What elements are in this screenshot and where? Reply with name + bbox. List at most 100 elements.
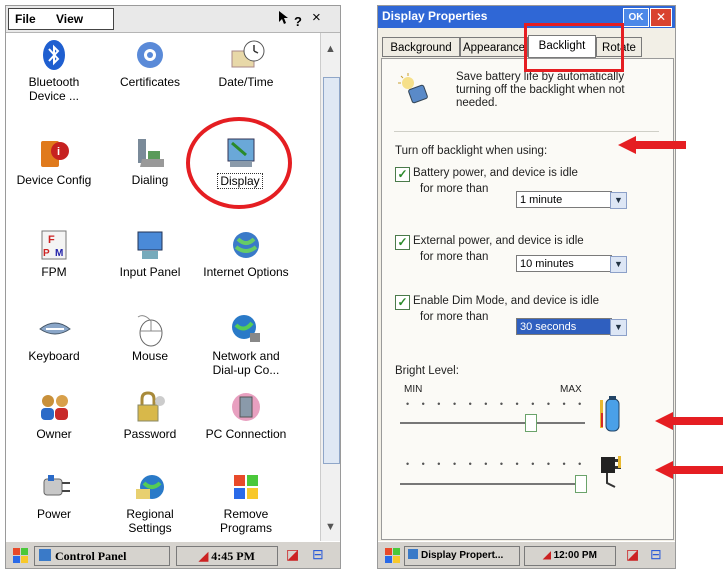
- intro-text: Save battery life by automatically turni…: [456, 71, 625, 109]
- menu-view[interactable]: View: [56, 12, 83, 26]
- cp-item-password[interactable]: Password: [106, 391, 194, 441]
- start-icon[interactable]: [384, 547, 402, 565]
- help-label: ?: [294, 14, 302, 29]
- mouse-icon: [134, 313, 166, 347]
- dim-mode-dropdown-arrow-icon[interactable]: ▼: [610, 319, 627, 336]
- external-dropdown-arrow-icon[interactable]: ▼: [610, 256, 627, 273]
- cp-item-dialing[interactable]: Dialing: [106, 137, 194, 187]
- display-properties-screen: Display Properties OK ✕ Background Appea…: [377, 5, 676, 569]
- cp-label: Password: [123, 427, 177, 441]
- turn-off-heading: Turn off backlight when using:: [395, 145, 548, 157]
- vertical-scrollbar[interactable]: ▲ ▼: [320, 33, 340, 541]
- cp-item-owner[interactable]: Owner: [10, 391, 98, 441]
- battery-dropdown-arrow-icon[interactable]: ▼: [610, 192, 627, 209]
- dim-mode-for-more-label: for more than: [420, 311, 489, 323]
- help-button[interactable]: ?: [278, 10, 302, 29]
- cp-item-bluetooth[interactable]: Bluetooth Device ...: [10, 39, 98, 103]
- input-icon[interactable]: ⊟: [312, 546, 324, 563]
- cp-label: Internet Options: [203, 265, 289, 279]
- remove-programs-icon: [230, 471, 262, 503]
- taskbar-clock[interactable]: ◢ 12:00 PM: [524, 546, 616, 566]
- cp-label: Bluetooth Device ...: [28, 75, 80, 103]
- sound-icon: ◢: [199, 549, 209, 563]
- external-timeout-dropdown[interactable]: 10 minutes: [516, 255, 612, 272]
- menu-file[interactable]: File: [15, 12, 36, 26]
- scroll-down-arrow-icon[interactable]: ▼: [325, 521, 336, 533]
- regional-settings-icon: [134, 471, 166, 503]
- battery-checkbox[interactable]: ✓: [395, 167, 410, 182]
- password-icon: [134, 391, 166, 423]
- dim-mode-checkbox[interactable]: ✓: [395, 295, 410, 310]
- cp-label: FPM: [41, 265, 67, 279]
- display-properties-taskbar-icon: [408, 549, 418, 559]
- menu-group: File View: [8, 8, 114, 30]
- cp-item-network[interactable]: Network and Dial-up Co...: [202, 313, 290, 377]
- control-panel-screen: File View ? × Bluetooth Device ... Certi…: [5, 5, 341, 569]
- red-arrow-icon: [618, 136, 686, 154]
- cp-label: Regional Settings: [126, 507, 174, 535]
- taskbar: Display Propert... ◢ 12:00 PM ◪ ⊟: [378, 541, 675, 568]
- bluetooth-icon: [38, 39, 70, 71]
- cp-label: Owner: [36, 427, 72, 441]
- power-plug-icon: [601, 456, 621, 488]
- external-slider-ticks: • • • • • • • • • • • •: [406, 459, 587, 469]
- owner-icon: [38, 391, 70, 423]
- help-pointer-icon: [279, 11, 288, 24]
- scroll-thumb[interactable]: [323, 77, 340, 464]
- cp-label: Remove Programs: [219, 507, 272, 535]
- input-icon[interactable]: ⊟: [650, 546, 662, 563]
- ok-button[interactable]: OK: [623, 8, 649, 27]
- dim-mode-timeout-dropdown[interactable]: 30 seconds: [516, 318, 612, 335]
- dim-mode-option-label: Enable Dim Mode, and device is idle: [413, 295, 600, 307]
- external-checkbox[interactable]: ✓: [395, 235, 410, 250]
- cp-item-pc-connection[interactable]: PC Connection: [202, 391, 290, 441]
- max-label: MAX: [560, 384, 582, 395]
- backlight-panel: Save battery life by automatically turni…: [381, 58, 674, 540]
- cp-label: Input Panel: [119, 265, 181, 279]
- cp-item-input-panel[interactable]: Input Panel: [106, 229, 194, 279]
- taskbar-clock[interactable]: ◢ 4:45 PM: [176, 546, 278, 566]
- battery-for-more-label: for more than: [420, 183, 489, 195]
- network-icon: [230, 313, 262, 345]
- scroll-up-arrow-icon[interactable]: ▲: [325, 43, 336, 55]
- cp-item-fpm[interactable]: FPM FPM: [10, 229, 98, 279]
- cp-item-remove-programs[interactable]: Remove Programs: [202, 471, 290, 535]
- connectivity-icon[interactable]: ◪: [626, 546, 639, 563]
- cp-label: PC Connection: [205, 427, 287, 441]
- dialing-icon: [134, 137, 166, 169]
- taskbar-display-properties-button[interactable]: Display Propert...: [404, 546, 520, 566]
- taskbar-window-label: Display Propert...: [421, 550, 504, 561]
- external-for-more-label: for more than: [420, 251, 489, 263]
- cp-label: Dialing: [131, 173, 169, 187]
- window-title: Display Properties: [382, 9, 488, 23]
- cp-item-datetime[interactable]: Date/Time: [202, 39, 290, 89]
- cp-item-regional-settings[interactable]: Regional Settings: [106, 471, 194, 535]
- battery-brightness-slider-thumb[interactable]: [524, 414, 537, 432]
- tab-background[interactable]: Background: [382, 37, 460, 57]
- start-icon[interactable]: [12, 547, 30, 565]
- close-button[interactable]: ×: [312, 9, 321, 26]
- connectivity-icon[interactable]: ◪: [286, 546, 299, 563]
- cp-label: Mouse: [131, 349, 169, 363]
- battery-icon: [600, 396, 620, 432]
- close-button[interactable]: ✕: [650, 8, 672, 27]
- icon-grid: Bluetooth Device ... Certificates Date/T…: [6, 33, 320, 541]
- display-highlight-circle: [186, 117, 292, 209]
- external-option-label: External power, and device is idle: [413, 235, 584, 247]
- cp-item-certificates[interactable]: Certificates: [106, 39, 194, 89]
- cp-item-device-config[interactable]: i Device Config: [10, 137, 98, 187]
- cp-item-mouse[interactable]: Mouse: [106, 313, 194, 363]
- keyboard-icon: [38, 313, 71, 345]
- battery-timeout-dropdown[interactable]: 1 minute: [516, 191, 612, 208]
- input-panel-icon: [134, 229, 166, 261]
- cp-item-power[interactable]: Power: [10, 471, 98, 521]
- external-brightness-slider-thumb[interactable]: [575, 475, 587, 493]
- tab-appearance[interactable]: Appearance: [460, 37, 528, 57]
- cp-label: Network and Dial-up Co...: [212, 349, 280, 377]
- cp-item-internet-options[interactable]: Internet Options: [202, 229, 290, 279]
- svg-text:F: F: [48, 234, 55, 246]
- device-config-icon: i: [38, 137, 70, 169]
- taskbar-control-panel-button[interactable]: Control Panel: [34, 546, 170, 566]
- fpm-icon: FPM: [38, 229, 70, 261]
- cp-item-keyboard[interactable]: Keyboard: [10, 313, 98, 363]
